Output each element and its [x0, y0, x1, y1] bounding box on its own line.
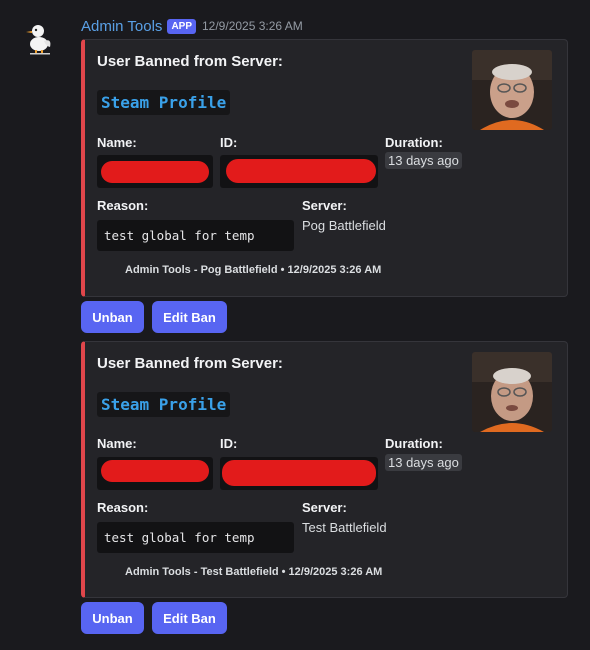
reason-label: Reason:	[97, 500, 149, 515]
app-badge: APP	[167, 18, 196, 34]
name-label: Name:	[97, 436, 137, 451]
user-thumbnail[interactable]	[472, 50, 552, 130]
server-label: Server:	[302, 500, 347, 515]
ban-embed: User Banned from Server: Steam Profile N…	[81, 39, 568, 297]
embed-footer: Admin Tools - Test Battlefield • 12/9/20…	[125, 566, 383, 578]
reason-value: test global for temp	[97, 220, 294, 251]
unban-button[interactable]: Unban	[81, 602, 144, 634]
steam-profile-link[interactable]: Steam Profile	[97, 90, 231, 115]
user-thumbnail[interactable]	[472, 352, 552, 432]
name-redaction	[101, 161, 209, 183]
edit-ban-button[interactable]: Edit Ban	[152, 602, 227, 634]
id-redaction	[222, 460, 376, 486]
name-redaction	[101, 460, 209, 482]
steam-profile-link[interactable]: Steam Profile	[97, 392, 231, 417]
id-label: ID:	[220, 436, 238, 451]
server-value: Pog Battlefield	[302, 218, 386, 233]
embed-footer: Admin Tools - Pog Battlefield • 12/9/202…	[125, 264, 382, 276]
unban-button[interactable]: Unban	[81, 301, 144, 333]
bot-avatar[interactable]	[22, 20, 58, 56]
duration-value[interactable]: 13 days ago	[385, 454, 462, 471]
duration-value[interactable]: 13 days ago	[385, 152, 462, 169]
server-value: Test Battlefield	[302, 520, 387, 535]
name-label: Name:	[97, 135, 137, 150]
author-name[interactable]: Admin Tools	[81, 18, 162, 35]
message-timestamp[interactable]: 12/9/2025 3:26 AM	[202, 19, 303, 33]
message-header: Admin Tools APP 12/9/2025 3:26 AM	[81, 16, 303, 36]
id-redaction	[226, 159, 376, 183]
ban-embed: User Banned from Server: Steam Profile N…	[81, 341, 568, 598]
edit-ban-button[interactable]: Edit Ban	[152, 301, 227, 333]
server-label: Server:	[302, 198, 347, 213]
embed-title: User Banned from Server:	[97, 53, 283, 70]
reason-label: Reason:	[97, 198, 149, 213]
embed-title: User Banned from Server:	[97, 355, 283, 372]
id-label: ID:	[220, 135, 238, 150]
reason-value: test global for temp	[97, 522, 294, 553]
duration-label: Duration:	[385, 135, 443, 150]
duration-label: Duration:	[385, 436, 443, 451]
duck-logo-icon	[26, 25, 51, 55]
